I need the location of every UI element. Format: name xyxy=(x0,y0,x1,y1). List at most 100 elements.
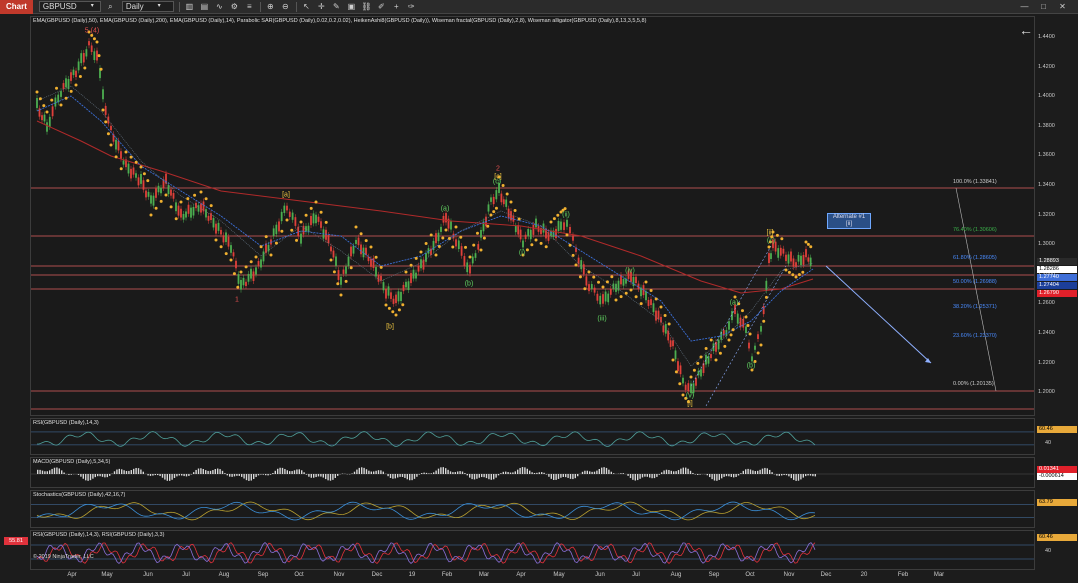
candle-body xyxy=(522,240,524,248)
draw-tools-icon[interactable]: ✐ xyxy=(376,1,387,12)
macd-bar xyxy=(181,474,183,476)
sar-dot xyxy=(101,108,105,112)
candle-body xyxy=(227,236,230,247)
brush-icon[interactable]: ✑ xyxy=(406,1,417,12)
price-chart[interactable] xyxy=(31,17,1035,416)
bar-chart-icon[interactable]: ▥ xyxy=(184,1,195,12)
candle-body xyxy=(54,97,57,107)
rsi2-panel[interactable]: RSI(GBPUSD (Daily),14,3), RSI(GBPUSD (Da… xyxy=(30,530,1035,570)
wave-label: (a) xyxy=(729,299,739,307)
candle-body xyxy=(315,214,317,224)
sar-dot xyxy=(129,155,133,159)
candle-body xyxy=(332,250,335,258)
candle-body xyxy=(650,299,652,306)
plus-icon[interactable]: + xyxy=(391,1,402,12)
candle-body xyxy=(800,255,802,266)
macd-panel[interactable]: MACD(GBPUSD (Daily),5,34,5) xyxy=(30,457,1035,488)
price-axis: 1.4400 1.4200 1.4000 1.3800 1.3600 1.3400 1.32… xyxy=(1036,16,1078,416)
pointer-icon[interactable]: ↖ xyxy=(301,1,312,12)
candle-body xyxy=(390,292,392,299)
macd-bar xyxy=(298,469,300,474)
sar-dot xyxy=(109,143,113,147)
candle-body xyxy=(657,310,660,320)
properties-icon[interactable]: ≡ xyxy=(244,1,255,12)
macd-bar xyxy=(205,470,207,474)
instrument-selector[interactable]: GBPUSD ▾ xyxy=(38,1,101,12)
sar-dot xyxy=(424,242,428,245)
stochastics-panel[interactable]: Stochastics(GBPUSD (Daily),42,16,7) xyxy=(30,490,1035,528)
sar-dot xyxy=(475,231,479,235)
candle-body xyxy=(471,256,474,264)
macd-bar xyxy=(380,470,382,474)
rsi-panel[interactable]: RSI(GBPUSD (Daily),14,3) xyxy=(30,418,1035,455)
macd-bar xyxy=(466,474,468,476)
maximize-icon[interactable]: □ xyxy=(1038,1,1049,12)
strategy-icon[interactable]: ⚙ xyxy=(229,1,240,12)
price-tick: 1.2200 xyxy=(1038,359,1055,366)
macd-bar xyxy=(567,474,569,478)
candle-body xyxy=(57,94,60,103)
sar-dot xyxy=(451,245,455,249)
macd-bar xyxy=(104,474,106,478)
sar-dot xyxy=(659,305,663,309)
candle-body xyxy=(422,259,425,270)
arrow-left-icon[interactable]: ← xyxy=(1019,22,1033,38)
macd-bar xyxy=(178,474,180,476)
snapshot-icon[interactable]: ▣ xyxy=(346,1,357,12)
zoom-in-icon[interactable]: ⊕ xyxy=(265,1,276,12)
zoom-out-icon[interactable]: ⊖ xyxy=(280,1,291,12)
candle-body xyxy=(120,151,122,159)
macd-bar xyxy=(459,471,461,474)
macd-bar xyxy=(94,474,96,478)
interval-selector[interactable]: Daily ▾ xyxy=(121,1,174,12)
price-panel[interactable]: EMA(GBPUSD (Daily),50), EMA(GBPUSD (Dail… xyxy=(30,16,1035,416)
wave-label: 1 xyxy=(235,296,239,304)
chart-window: Chart GBPUSD ▾ ⌕ Daily ▾ ▥ ▤ ∿ ⚙ ≡ ⊕ ⊖ ↖… xyxy=(0,0,1078,583)
search-icon[interactable]: ⌕ xyxy=(105,1,116,12)
macd-bar xyxy=(142,471,144,474)
macd-bar xyxy=(404,474,406,478)
macd-bar xyxy=(797,474,800,481)
sar-dot xyxy=(159,199,163,203)
minimize-icon[interactable]: — xyxy=(1019,1,1030,12)
sar-dot xyxy=(59,103,63,107)
sar-dot xyxy=(654,297,658,301)
candle-body xyxy=(514,225,517,233)
candle-body xyxy=(300,233,302,244)
macd-bar xyxy=(238,474,240,476)
oscillator-line xyxy=(36,501,816,521)
macd-bar xyxy=(406,474,408,480)
sar-dot xyxy=(437,245,441,248)
sar-dot xyxy=(299,220,303,224)
close-icon[interactable]: ✕ xyxy=(1057,1,1068,12)
macd-bar xyxy=(505,471,507,474)
indicators-icon[interactable]: ∿ xyxy=(214,1,225,12)
candle-body xyxy=(580,260,583,270)
sar-dot xyxy=(468,255,472,259)
macd-bar xyxy=(485,474,488,479)
crosshair-icon[interactable]: ✛ xyxy=(316,1,327,12)
sar-dot xyxy=(544,245,548,249)
candle-body xyxy=(240,279,242,290)
sar-dot xyxy=(319,210,323,214)
drawing-tool-icon[interactable]: ✎ xyxy=(331,1,342,12)
candle-body xyxy=(474,253,477,258)
macd-bar xyxy=(363,467,365,474)
macd-bar xyxy=(761,468,764,474)
candle-body xyxy=(469,264,471,274)
time-axis-label: 19 xyxy=(408,572,416,578)
alternate-wave: [ii] xyxy=(846,221,852,227)
macd-bar xyxy=(454,472,456,474)
macd-bar xyxy=(325,474,327,480)
macd-bar xyxy=(296,469,298,474)
candle-body xyxy=(420,259,422,269)
candle-body xyxy=(217,222,220,231)
macd-bar xyxy=(687,468,689,474)
bar-type-icon[interactable]: ▤ xyxy=(199,1,210,12)
link-icon[interactable]: ⛓ xyxy=(361,1,372,12)
macd-bar xyxy=(313,474,315,478)
sar-dot xyxy=(764,295,768,299)
price-tick: 1.3000 xyxy=(1038,241,1055,248)
macd-bar xyxy=(728,474,730,477)
macd-bar xyxy=(409,474,411,481)
